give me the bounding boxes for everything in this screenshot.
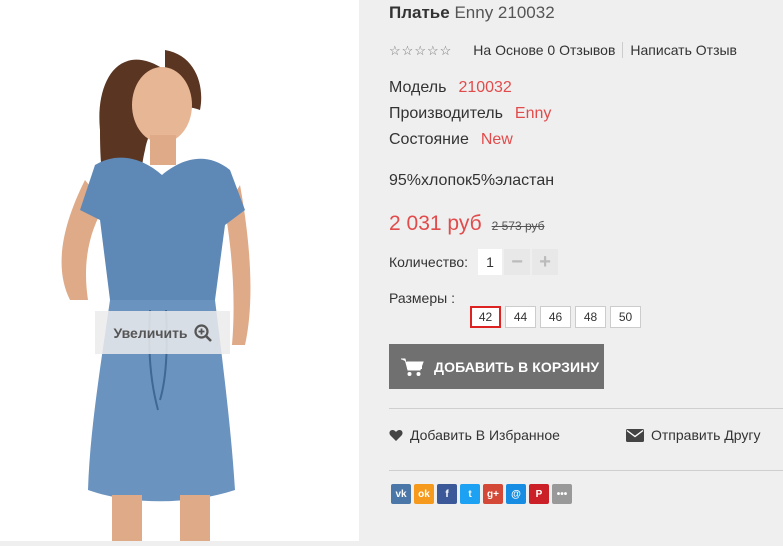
rating-row: ☆ ☆ ☆ ☆ ☆ На Основе 0 Отзывов Написать О… xyxy=(389,42,737,58)
title-name: Платье xyxy=(389,3,450,22)
cart-icon xyxy=(400,357,424,377)
envelope-icon xyxy=(626,428,644,442)
facebook-icon[interactable]: f xyxy=(437,484,457,504)
quantity-minus-button[interactable]: − xyxy=(504,249,531,275)
current-price: 2 031 руб xyxy=(389,212,482,235)
zoom-label: Увеличить xyxy=(113,324,188,341)
odnoklassniki-icon[interactable]: ok xyxy=(414,484,434,504)
quantity-stepper: Количество: 1 − + xyxy=(389,249,559,275)
size-option[interactable]: 50 xyxy=(610,306,641,328)
attribute-value[interactable]: 210032 xyxy=(458,79,511,96)
vk-icon[interactable]: vk xyxy=(391,484,411,504)
old-price: 2 573 руб xyxy=(491,219,545,233)
zoom-button[interactable]: Увеличить xyxy=(95,311,230,354)
quantity-plus-button[interactable]: + xyxy=(532,249,559,275)
product-image-pane[interactable]: Увеличить xyxy=(0,0,359,541)
title-code: Enny 210032 xyxy=(454,3,555,22)
size-option[interactable]: 44 xyxy=(505,306,536,328)
divider xyxy=(389,470,783,471)
pinterest-icon[interactable]: P xyxy=(529,484,549,504)
google-plus-icon[interactable]: g+ xyxy=(483,484,503,504)
attribute-label: Модель xyxy=(389,79,447,96)
attribute-value: New xyxy=(480,131,513,148)
star-empty-icon: ☆ xyxy=(389,42,401,58)
rating-stars[interactable]: ☆ ☆ ☆ ☆ ☆ xyxy=(389,44,451,57)
size-option[interactable]: 42 xyxy=(470,306,501,328)
share-buttons: vk ok f t g+ @ P ••• xyxy=(391,484,572,504)
attribute-value[interactable]: Enny xyxy=(515,105,551,122)
size-option[interactable]: 46 xyxy=(540,306,571,328)
quantity-label: Количество: xyxy=(389,254,469,270)
price-block: 2 031 руб 2 573 руб xyxy=(389,212,545,236)
product-photo[interactable] xyxy=(0,0,359,541)
write-review-link[interactable]: Написать Отзыв xyxy=(630,42,737,58)
size-option[interactable]: 48 xyxy=(575,306,606,328)
quantity-input[interactable]: 1 xyxy=(478,249,503,275)
sizes-label: Размеры : xyxy=(389,290,455,306)
send-friend-link[interactable]: Отправить Другу xyxy=(626,427,761,443)
wishlist-label: Добавить В Избранное xyxy=(410,427,560,443)
attribute-condition: Состояние New xyxy=(389,131,513,149)
attribute-manufacturer: Производитель Enny xyxy=(389,105,551,123)
star-empty-icon: ☆ xyxy=(426,42,439,58)
wishlist-link[interactable]: Добавить В Избранное xyxy=(389,427,560,443)
page-title: Платье Enny 210032 xyxy=(389,3,555,23)
send-friend-label: Отправить Другу xyxy=(651,427,761,443)
star-empty-icon: ☆ xyxy=(439,42,452,58)
divider xyxy=(389,408,783,409)
attribute-label: Состояние xyxy=(389,131,469,148)
mail-icon[interactable]: @ xyxy=(506,484,526,504)
add-to-cart-button[interactable]: ДОБАВИТЬ В КОРЗИНУ xyxy=(389,344,604,389)
twitter-icon[interactable]: t xyxy=(460,484,480,504)
more-icon[interactable]: ••• xyxy=(552,484,572,504)
heart-icon xyxy=(389,429,403,441)
attribute-label: Производитель xyxy=(389,105,503,122)
star-empty-icon: ☆ xyxy=(401,42,414,58)
reviews-link[interactable]: На Основе 0 Отзывов xyxy=(473,42,615,58)
zoom-in-icon xyxy=(193,323,212,342)
star-empty-icon: ☆ xyxy=(414,42,426,58)
size-options: 42 44 46 48 50 xyxy=(470,306,641,328)
divider xyxy=(622,42,624,58)
attribute-model: Модель 210032 xyxy=(389,79,512,97)
composition-text: 95%хлопок5%эластан xyxy=(389,172,555,189)
add-to-cart-label: ДОБАВИТЬ В КОРЗИНУ xyxy=(434,358,600,375)
